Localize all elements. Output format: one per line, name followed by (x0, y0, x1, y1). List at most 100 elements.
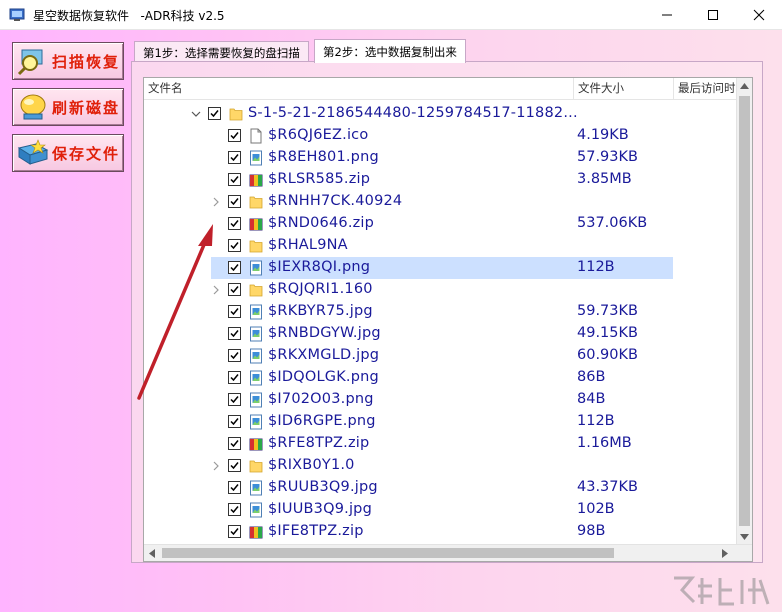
chevron-right-icon[interactable] (210, 283, 222, 297)
image-file-icon (250, 150, 262, 166)
chevron-down-icon[interactable] (190, 107, 202, 121)
tree-folder-row[interactable]: $RNHH7CK.40924 (144, 191, 738, 213)
row-filename: $RIXB0Y1.0 (268, 457, 355, 473)
row-checkbox[interactable] (228, 503, 241, 516)
row-filename: $I702O03.png (268, 391, 374, 407)
tree-file-row[interactable]: $RND0646.zip 537.06KB (144, 213, 738, 235)
tree-folder-row[interactable]: $RQJQRI1.160 (144, 279, 738, 301)
file-icon (250, 128, 262, 144)
row-filesize: 60.90KB (577, 347, 638, 363)
row-checkbox[interactable] (228, 283, 241, 296)
checkmark-icon (230, 506, 239, 514)
horizontal-scroll-thumb[interactable] (162, 548, 614, 558)
row-filename: $RKBYR75.jpg (268, 303, 373, 319)
zip-archive-icon (249, 526, 263, 539)
tree-file-row[interactable]: $RNBDGYW.jpg 49.15KB (144, 323, 738, 345)
tab-step1[interactable]: 第1步：选择需要恢复的盘扫描 (134, 41, 309, 63)
tree-folder-row[interactable]: $RHAL9NA (144, 235, 738, 257)
tree-file-row[interactable]: $R8EH801.png 57.93KB (144, 147, 738, 169)
tree-file-row[interactable]: $ID6RGPE.png 112B (144, 411, 738, 433)
row-checkbox[interactable] (228, 151, 241, 164)
row-checkbox[interactable] (228, 459, 241, 472)
column-filesize[interactable]: 文件大小 (574, 78, 674, 100)
tree-folder-row[interactable]: S-1-5-21-2186544480-1259784517-11882... (144, 103, 738, 125)
window-title: 星空数据恢复软件 -ADR科技 v2.5 (33, 9, 225, 23)
row-checkbox[interactable] (228, 525, 241, 538)
row-filesize: 86B (577, 369, 606, 385)
horizontal-scrollbar[interactable] (144, 544, 752, 561)
tree-file-row[interactable]: $IEXR8QI.png 112B (144, 257, 738, 279)
row-checkbox[interactable] (228, 437, 241, 450)
minimize-button[interactable] (644, 0, 690, 30)
row-checkbox[interactable] (228, 415, 241, 428)
row-filesize: 59.73KB (577, 303, 638, 319)
tree-file-row[interactable]: $RLSR585.zip 3.85MB (144, 169, 738, 191)
row-filesize: 102B (577, 501, 615, 517)
checkmark-icon (230, 220, 239, 228)
row-checkbox[interactable] (228, 173, 241, 186)
image-file-icon (250, 348, 262, 364)
row-checkbox[interactable] (228, 195, 241, 208)
row-checkbox[interactable] (228, 481, 241, 494)
maximize-button[interactable] (690, 0, 736, 30)
scan-recover-button[interactable]: 扫描恢复 (12, 42, 124, 80)
row-filename: $RND0646.zip (268, 215, 375, 231)
image-file-icon (250, 370, 262, 386)
file-tree[interactable]: 文件名 文件大小 最后访问时 S-1-5-21-2186544480-12597… (143, 77, 753, 562)
row-filename: $RUUB3Q9.jpg (268, 479, 378, 495)
row-checkbox[interactable] (228, 129, 241, 142)
column-filename[interactable]: 文件名 (144, 78, 574, 100)
chevron-right-icon[interactable] (210, 195, 222, 209)
row-filename: $RKXMGLD.jpg (268, 347, 380, 363)
scroll-right-icon (722, 549, 728, 558)
chevron-right-icon[interactable] (210, 459, 222, 473)
folder-icon (249, 196, 263, 209)
row-filename: $IFE8TPZ.zip (268, 523, 364, 539)
tree-file-row[interactable]: $I702O03.png 84B (144, 389, 738, 411)
row-filesize: 4.19KB (577, 127, 629, 143)
tree-file-row[interactable]: $IUUB3Q9.jpg 102B (144, 499, 738, 521)
save-files-button[interactable]: 保存文件 (12, 134, 124, 172)
checkmark-icon (230, 330, 239, 338)
row-checkbox[interactable] (228, 239, 241, 252)
column-header: 文件名 文件大小 最后访问时 (144, 78, 738, 100)
checkmark-icon (230, 308, 239, 316)
save-files-icon (17, 139, 49, 165)
row-checkbox[interactable] (208, 107, 221, 120)
tab-step2[interactable]: 第2步：选中数据复制出来 (314, 39, 466, 63)
row-checkbox[interactable] (228, 349, 241, 362)
tree-file-row[interactable]: $R6QJ6EZ.ico 4.19KB (144, 125, 738, 147)
app-icon (9, 8, 25, 21)
refresh-disk-button[interactable]: 刷新磁盘 (12, 88, 124, 126)
refresh-disk-label: 刷新磁盘 (52, 98, 121, 117)
checkmark-icon (230, 374, 239, 382)
row-filename: $R8EH801.png (268, 149, 379, 165)
image-file-icon (250, 304, 262, 320)
title-bar: 星空数据恢复软件 -ADR科技 v2.5 (0, 0, 782, 30)
scan-recover-label: 扫描恢复 (52, 52, 121, 71)
image-file-icon (250, 414, 262, 430)
scroll-left-icon (149, 549, 155, 558)
row-checkbox[interactable] (228, 371, 241, 384)
vertical-scrollbar[interactable] (736, 78, 752, 545)
zip-archive-icon (249, 174, 263, 187)
tree-file-row[interactable]: $IFE8TPZ.zip 98B (144, 521, 738, 543)
tree-folder-row[interactable]: $RIXB0Y1.0 (144, 455, 738, 477)
row-checkbox[interactable] (228, 217, 241, 230)
vertical-scroll-thumb[interactable] (739, 96, 750, 526)
row-checkbox[interactable] (228, 305, 241, 318)
tree-file-row[interactable]: $RKBYR75.jpg 59.73KB (144, 301, 738, 323)
tree-file-row[interactable]: $RFE8TPZ.zip 1.16MB (144, 433, 738, 455)
tree-file-row[interactable]: $IDQOLGK.png 86B (144, 367, 738, 389)
row-checkbox[interactable] (228, 261, 241, 274)
tree-file-row[interactable]: $RKXMGLD.jpg 60.90KB (144, 345, 738, 367)
row-filename: $IEXR8QI.png (268, 259, 371, 275)
scroll-up-icon (740, 83, 749, 89)
row-checkbox[interactable] (228, 327, 241, 340)
checkmark-icon (230, 418, 239, 426)
close-button[interactable] (736, 0, 782, 30)
column-last-access[interactable]: 最后访问时 (674, 78, 738, 100)
row-filename: $IDQOLGK.png (268, 369, 379, 385)
row-checkbox[interactable] (228, 393, 241, 406)
tree-file-row[interactable]: $RUUB3Q9.jpg 43.37KB (144, 477, 738, 499)
